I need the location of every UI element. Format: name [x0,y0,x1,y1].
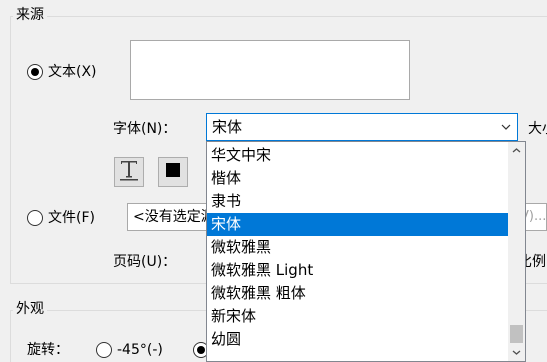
text-format-button[interactable] [114,157,144,187]
font-option[interactable]: 华文中宋 [207,144,509,167]
color-swatch-icon [166,163,180,181]
chevron-down-icon[interactable] [495,114,517,140]
chevron-down-icon [512,350,521,355]
rotate-minus45-label[interactable]: -45°(-) [117,341,163,359]
text-format-icon [119,159,139,185]
rotate-label: 旋转： [27,342,69,358]
dropdown-scrollbar[interactable] [508,142,525,361]
font-combobox-value: 宋体 [212,118,243,136]
scroll-down-button[interactable] [508,344,525,361]
font-option[interactable]: 楷体 [207,167,509,190]
scrollbar-thumb[interactable] [510,325,523,343]
font-option[interactable]: 隶书 [207,190,509,213]
font-label: 字体(N)： [113,121,177,137]
font-option[interactable]: 微软雅黑 [207,236,509,259]
source-group-title: 来源 [13,6,47,24]
font-option[interactable]: 微软雅黑 Light [207,259,509,282]
font-combobox[interactable]: 宋体 [206,113,518,141]
chevron-up-icon [512,148,521,153]
rotate-minus45-radio[interactable] [96,342,112,358]
font-dropdown-list[interactable]: 华文中宋 楷体 隶书 宋体 微软雅黑 微软雅黑 Light 微软雅黑 粗体 新宋… [206,141,526,362]
scroll-up-button[interactable] [508,142,525,159]
text-radio[interactable] [27,64,43,80]
page-label: 页码(U)： [113,254,177,270]
text-radio-label[interactable]: 文本(X) [48,63,97,81]
font-option[interactable]: 微软雅黑 粗体 [207,282,509,305]
font-option[interactable]: 新宋体 [207,305,509,328]
size-label: 大小 [528,121,547,137]
font-option-selected[interactable]: 宋体 [207,213,509,236]
color-button[interactable] [158,157,188,187]
watermark-text-input[interactable] [130,40,410,100]
file-radio[interactable] [27,210,43,226]
font-option[interactable]: 幼圆 [207,328,509,351]
file-radio-label[interactable]: 文件(F) [48,209,95,227]
appearance-group-title: 外观 [13,300,47,318]
